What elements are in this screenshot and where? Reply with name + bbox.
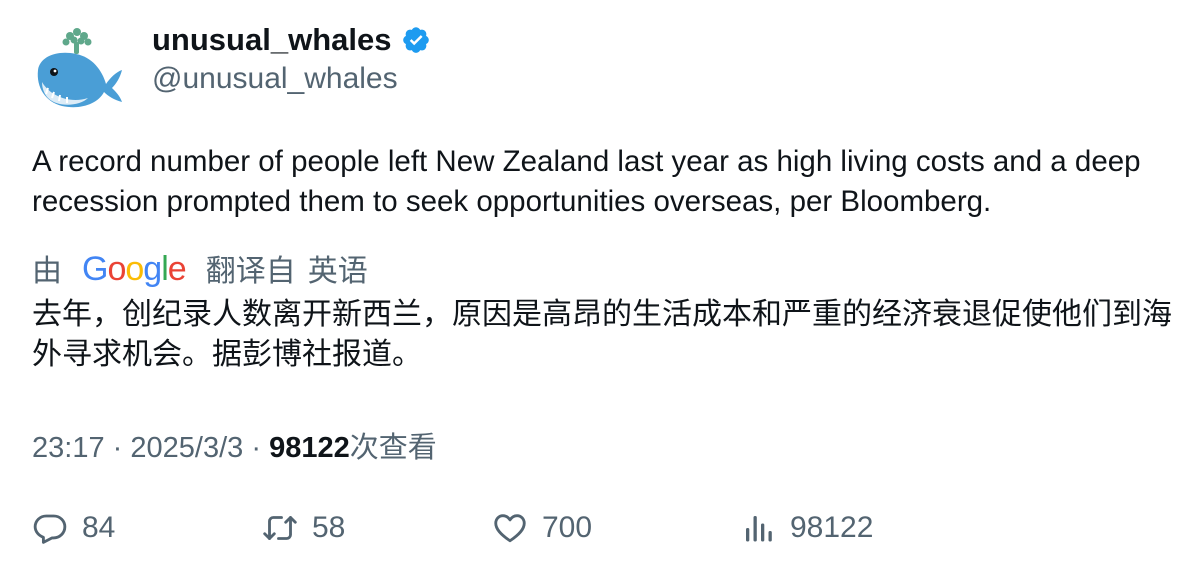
reply-icon [33,514,67,544]
tweet-time[interactable]: 23:17 [32,432,105,464]
translated-by-label: 由 [32,255,62,288]
translation-attribution: 由 Google 翻译自 英语 [32,246,368,290]
action-bar: 84 58 700 98122 [0,510,1196,556]
like-count: 700 [542,511,593,544]
meta-separator: · [112,432,123,464]
retweet-count: 58 [312,511,346,544]
tweet-text: A record number of people left New Zeala… [32,145,1141,218]
meta-separator: · [251,432,261,464]
reply-count: 84 [82,511,116,544]
reply-button[interactable]: 84 [32,510,115,546]
retweet-button[interactable]: 58 [262,510,345,546]
tweet-meta: 23:17 · 2025/3/3 · 98122次查看 [32,424,437,466]
google-logo: Google [82,249,187,288]
translated-text: 去年，创纪录人数离开新西兰，原因是高昂的生活成本和严重的经济衰退促使他们到海外寻… [32,297,1172,372]
views-action-count: 98122 [790,511,874,544]
views-count: 98122 [269,432,350,464]
tweet-date[interactable]: 2025/3/3 [130,432,243,464]
display-name-row[interactable]: unusual_whales [152,22,431,58]
retweet-icon [263,516,297,540]
user-handle[interactable]: @unusual_whales [152,62,398,96]
analytics-icon [746,516,772,542]
like-button[interactable]: 700 [492,510,592,546]
translated-from-label: 翻译自 [205,255,296,288]
avatar[interactable] [30,26,126,112]
views-button[interactable]: 98122 [740,510,873,546]
views-label: 次查看 [349,432,437,464]
verified-badge-icon[interactable] [401,25,431,55]
heart-icon [494,514,526,543]
display-name[interactable]: unusual_whales [152,22,391,58]
whale-icon [37,28,122,108]
source-language: 英语 [307,255,368,288]
